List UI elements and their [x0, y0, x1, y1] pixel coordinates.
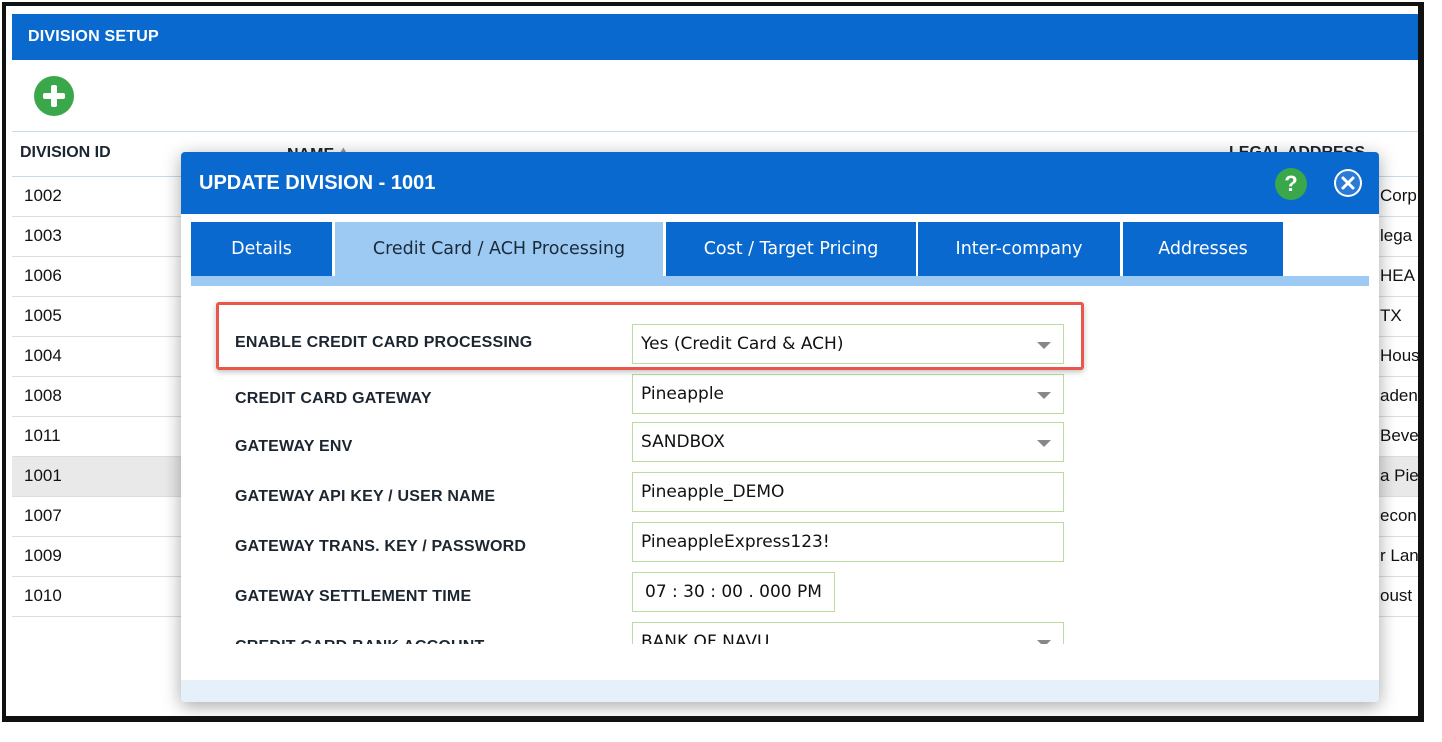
- form-row: CREDIT CARD GATEWAY Pineapple: [191, 374, 1369, 418]
- legal-address-cell: lega: [1380, 226, 1413, 245]
- form-row: GATEWAY TRANS. KEY / PASSWORD PineappleEx…: [191, 522, 1369, 566]
- column-header-division-id[interactable]: DIVISION ID: [20, 144, 111, 162]
- legal-address-cell: TX: [1380, 306, 1402, 325]
- tab-addresses[interactable]: Addresses: [1123, 222, 1283, 276]
- page-title: DIVISION SETUP: [28, 28, 159, 45]
- field-value: SANDBOX: [641, 432, 725, 452]
- chevron-down-icon[interactable]: [1037, 640, 1051, 644]
- chevron-down-icon[interactable]: [1037, 392, 1051, 399]
- update-division-dialog: UPDATE DIVISION - 1001 ? Details Credit C…: [181, 152, 1379, 702]
- division-id-cell: 1010: [24, 586, 62, 605]
- credit-card-gateway-select[interactable]: Pineapple: [632, 374, 1064, 414]
- legal-address-cell: r Lan: [1380, 546, 1419, 565]
- division-id-cell: 1004: [24, 346, 62, 365]
- form-row: CREDIT CARD BANK ACCOUNT BANK OF NAVU: [191, 622, 1369, 644]
- add-division-button[interactable]: [34, 76, 74, 116]
- legal-address-cell: Beve: [1380, 426, 1419, 445]
- field-value: 07 : 30 : 00 . 000 PM: [645, 582, 822, 602]
- legal-address-cell: Hous: [1380, 346, 1420, 365]
- division-id-cell: 1011: [24, 426, 61, 445]
- legal-address-cell: Corp: [1380, 186, 1417, 205]
- gateway-env-select[interactable]: SANDBOX: [632, 422, 1064, 462]
- highlight-box: [216, 302, 1084, 370]
- form-row: GATEWAY API KEY / USER NAME Pineapple_DEM…: [191, 472, 1369, 516]
- division-id-cell: 1002: [24, 186, 62, 205]
- legal-address-cell: a Pie: [1380, 466, 1419, 485]
- dialog-header: UPDATE DIVISION - 1001 ?: [181, 152, 1379, 214]
- help-icon[interactable]: ?: [1275, 168, 1307, 200]
- division-id-cell: 1006: [24, 266, 62, 285]
- field-label: GATEWAY SETTLEMENT TIME: [235, 588, 472, 605]
- dialog-title: UPDATE DIVISION - 1001: [199, 172, 436, 194]
- gateway-trans-key-password-input[interactable]: PineappleExpress123!: [632, 522, 1064, 562]
- field-value: BANK OF NAVU: [641, 632, 770, 644]
- tab-cost-target-pricing[interactable]: Cost / Target Pricing: [666, 222, 916, 276]
- legal-address-cell: aden: [1380, 386, 1418, 405]
- gateway-settlement-time-input[interactable]: 07 : 30 : 00 . 000 PM: [632, 572, 835, 612]
- legal-address-cell: oust: [1380, 586, 1413, 605]
- field-label: GATEWAY API KEY / USER NAME: [235, 488, 496, 505]
- dialog-footer: [181, 680, 1379, 702]
- field-label: CREDIT CARD GATEWAY: [235, 390, 432, 407]
- credit-card-bank-account-select[interactable]: BANK OF NAVU: [632, 622, 1064, 644]
- division-id-cell: 1008: [24, 386, 62, 405]
- division-id-cell: 1001: [24, 466, 62, 485]
- field-value: PineappleExpress123!: [641, 532, 830, 552]
- division-id-cell: 1007: [24, 506, 62, 525]
- division-id-cell: 1009: [24, 546, 62, 565]
- field-value: Pineapple_DEMO: [641, 482, 785, 502]
- field-label: GATEWAY TRANS. KEY / PASSWORD: [235, 538, 527, 555]
- division-id-cell: 1005: [24, 306, 62, 325]
- tab-underline: [191, 276, 1369, 286]
- dialog-tabs: Details Credit Card / ACH Processing Cost …: [191, 222, 1369, 276]
- field-label: GATEWAY ENV: [235, 438, 353, 455]
- page-header: DIVISION SETUP: [12, 14, 1418, 60]
- form-row: GATEWAY ENV SANDBOX: [191, 422, 1369, 466]
- close-icon[interactable]: [1334, 169, 1362, 197]
- legal-address-cell: econ: [1380, 506, 1417, 525]
- legal-address-cell: HEA: [1380, 266, 1415, 285]
- field-value: Pineapple: [641, 384, 725, 404]
- tab-inter-company[interactable]: Inter-company: [918, 222, 1120, 276]
- tab-credit-card-ach-processing[interactable]: Credit Card / ACH Processing: [335, 222, 663, 276]
- gateway-api-key-user-name-input[interactable]: Pineapple_DEMO: [632, 472, 1064, 512]
- tab-details[interactable]: Details: [191, 222, 332, 276]
- field-label: CREDIT CARD BANK ACCOUNT: [235, 638, 485, 644]
- division-id-cell: 1003: [24, 226, 62, 245]
- form-row: GATEWAY SETTLEMENT TIME 07 : 30 : 00 . 00…: [191, 572, 1369, 616]
- chevron-down-icon[interactable]: [1037, 440, 1051, 447]
